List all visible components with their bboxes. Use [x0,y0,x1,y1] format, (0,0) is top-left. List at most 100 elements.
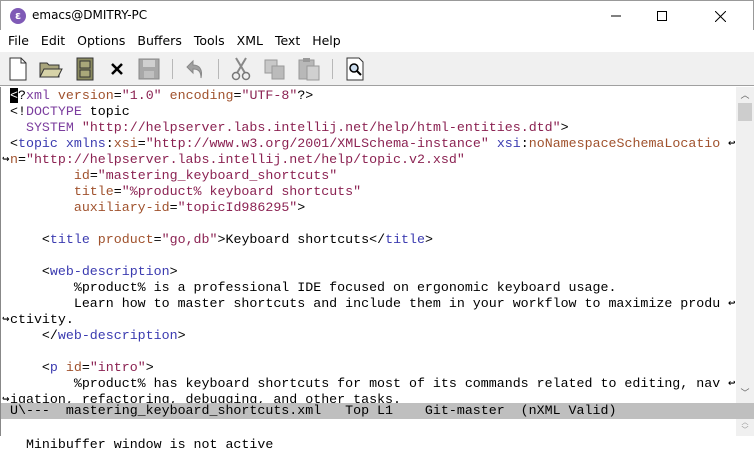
code-token: = [89,168,98,183]
code-token: </ [41,328,58,343]
code-token: "mastering_keyboard_shortcuts" [97,168,338,183]
wrap-left-icon: ↪ [2,155,10,165]
code-line: Learn how to master shortcuts and includ… [10,296,720,312]
code-token: %product% has keyboard shortcuts for mos… [10,376,721,391]
code-token: < [41,232,50,247]
code-token: SYSTEM [25,120,74,135]
code-token: title [385,232,425,247]
menu-tools[interactable]: Tools [188,30,231,52]
minibuffer-scrollbar[interactable]: ︿ ﹀ [736,419,754,436]
code-line: %product% is a professional IDE focused … [10,280,720,296]
code-token: title [49,232,90,247]
code-token: n [10,152,18,167]
scrollbar-thumb[interactable] [738,103,752,121]
close-button[interactable] [685,1,754,31]
code-token: "topicId986295" [177,200,298,215]
paste-icon[interactable] [296,56,322,82]
code-token: xsi [113,136,138,151]
vertical-scrollbar[interactable]: ︿ ﹀ [736,87,754,403]
code-token: > [145,360,154,375]
dired-cabinet-icon[interactable] [72,56,98,82]
code-line: <?xml version="1.0" encoding="UTF-8"?> [10,88,720,104]
code-line: n="http://helpserver.labs.intellij.net/h… [10,152,720,168]
wrap-right-icon: ↩ [728,139,736,149]
wrap-left-icon: ↪ [2,395,10,404]
code-line: auxiliary-id="topicId986295"> [10,200,720,216]
code-token: "http://www.w3.org/2001/XMLSchema-instan… [145,136,489,151]
code-token: = [113,184,122,199]
code-line: <web-description> [10,264,720,280]
text-cursor: < [10,88,18,103]
code-token: < [10,136,18,151]
buffer-text[interactable]: <?xml version="1.0" encoding="UTF-8"?> <!… [10,88,720,403]
new-file-icon[interactable] [5,56,31,82]
code-line: <p id="intro"> [10,360,720,376]
code-token: web-description [49,264,170,279]
menu-text[interactable]: Text [269,30,306,52]
menu-buffers[interactable]: Buffers [131,30,187,52]
save-icon[interactable] [136,56,162,82]
code-line: <topic xmlns:xsi="http://www.w3.org/2001… [10,136,720,152]
code-token: = [137,136,146,151]
menu-file[interactable]: File [2,30,35,52]
code-token: Keyboard shortcuts [225,232,370,247]
mode-line: U\--- mastering_keyboard_shortcuts.xml T… [0,403,754,419]
scroll-down-icon[interactable]: ﹀ [736,387,754,401]
copy-icon[interactable] [262,56,288,82]
code-token: igation, refactoring, debugging, and oth… [10,392,401,403]
code-line: %product% has keyboard shortcuts for mos… [10,376,720,392]
code-token: ctivity. [10,312,74,327]
minibuffer[interactable]: Minibuffer window is not active ︿ ﹀ [0,419,754,452]
code-token: "http://helpserver.labs.intellij.net/hel… [81,120,561,135]
open-folder-icon[interactable] [38,56,64,82]
code-line: </web-description> [10,328,720,344]
code-token: DOCTYPE [25,104,82,119]
code-token: xml [25,88,50,103]
minibuffer-message: Minibuffer window is not active [25,437,274,452]
code-token: "UTF-8" [241,88,298,103]
emacs-icon: ɛ [10,8,26,24]
code-token: encoding [169,88,234,103]
code-line: id="mastering_keyboard_shortcuts" [10,168,720,184]
cut-icon[interactable] [228,56,254,82]
code-line: <!DOCTYPE topic [10,104,720,120]
code-token: web-description [57,328,178,343]
undo-icon[interactable] [182,56,208,82]
maximize-button[interactable] [639,1,685,31]
code-token: = [81,360,90,375]
code-line: <title product="go,db">Keyboard shortcut… [10,232,720,248]
code-token: "%product% keyboard shortcuts" [121,184,362,199]
code-token: p [49,360,58,375]
menu-help[interactable]: Help [306,30,347,52]
code-line: title="%product% keyboard shortcuts" [10,184,720,200]
menu-xml[interactable]: XML [231,30,269,52]
wrap-left-icon: ↪ [2,315,10,325]
menu-options[interactable]: Options [71,30,131,52]
code-token: title [73,184,114,199]
minimize-button[interactable] [593,1,639,31]
code-token: = [17,152,26,167]
code-token: </ [369,232,386,247]
code-token: < [41,264,50,279]
code-token: < [41,360,50,375]
search-icon[interactable] [342,56,368,82]
code-token: xsi [496,136,521,151]
menu-edit[interactable]: Edit [35,30,71,52]
code-token: xmlns [65,136,106,151]
code-token: "go,db" [161,232,218,247]
editor-buffer[interactable]: <?xml version="1.0" encoding="UTF-8"?> <!… [0,87,736,403]
scroll-up-icon[interactable]: ︿ [736,89,754,103]
close-buffer-icon[interactable] [104,56,130,82]
code-token: "intro" [89,360,146,375]
